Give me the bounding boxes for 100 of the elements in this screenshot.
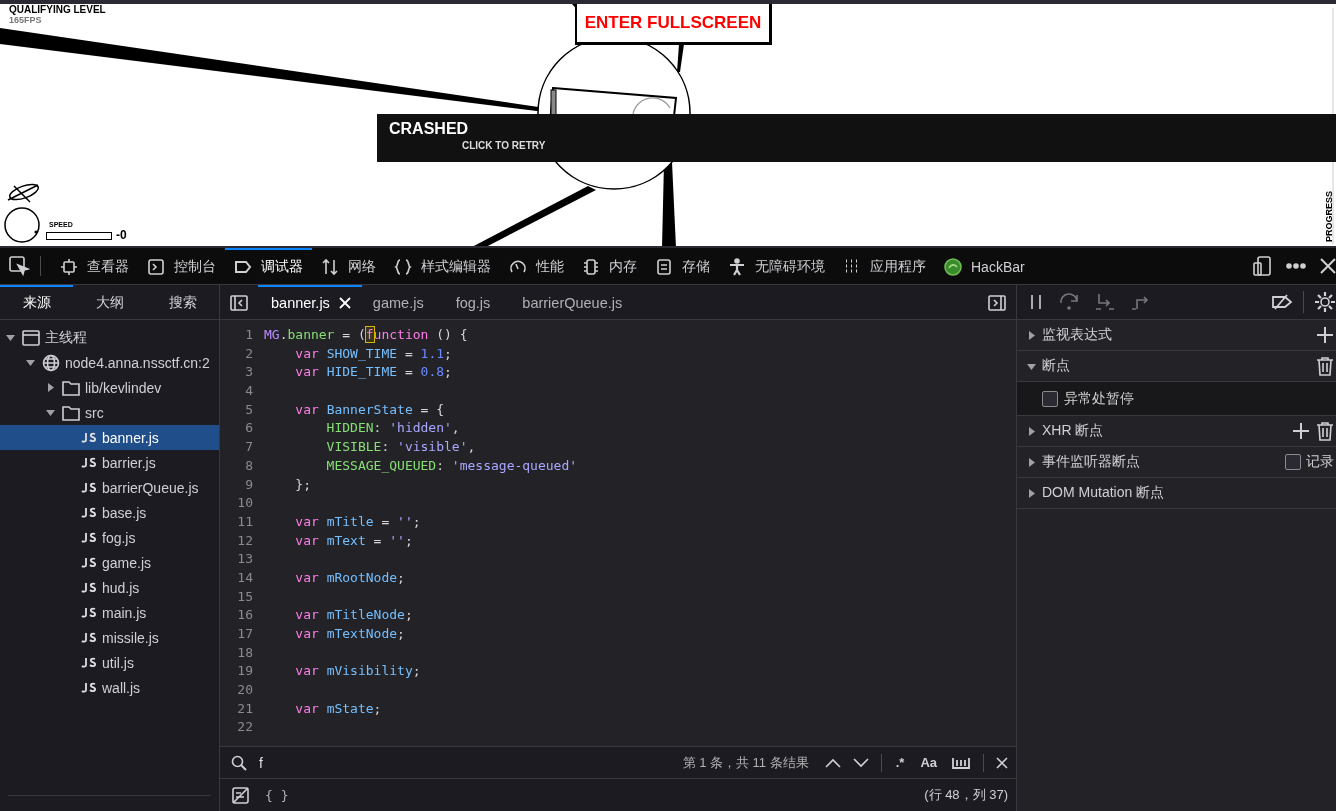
code-line: VISIBLE: 'visible', [325,438,476,457]
js-file-icon [81,456,97,469]
line-number: 20 [236,681,253,700]
plus-icon[interactable] [1292,422,1310,440]
line-number: 1 [244,326,253,344]
file-item[interactable]: main.js [0,600,219,625]
step-over-icon[interactable] [1059,293,1079,311]
line-number: 16 [236,606,253,625]
js-file-icon [81,656,97,669]
retry-hint: CLICK TO RETRY [462,140,546,151]
file-item[interactable]: hud.js [0,575,219,600]
step-in-icon[interactable] [1095,293,1115,311]
file-item[interactable]: barrier.js [0,450,219,475]
devtools-tab[interactable]: 网络 [312,248,385,284]
person-icon [728,258,746,276]
step-out-icon[interactable] [1131,293,1151,311]
devtools-tab[interactable]: 样式编辑器 [385,248,500,284]
file-item[interactable]: barrierQueue.js [0,475,219,500]
file-tab[interactable]: banner.js [258,285,362,319]
file-item[interactable]: missile.js [0,625,219,650]
line-number: 21 [236,699,253,718]
pretty-print-off-icon[interactable] [232,786,249,804]
line-number: 15 [236,587,253,606]
regex-toggle[interactable]: .* [893,755,907,770]
terminal-icon [147,258,165,276]
plus-icon[interactable] [1316,326,1334,344]
pretty-print-button[interactable]: { } [263,787,291,803]
checkbox-label: 异常处暂停 [1064,389,1134,408]
level-title: QUALIFYING LEVEL [9,4,106,15]
chip-icon [582,258,600,276]
section-header[interactable]: 事件监听器断点 记录 [1017,447,1336,478]
code-line: var mTitleNode; [294,606,413,625]
tree-item[interactable]: src [0,400,219,425]
line-number: 6 [244,419,253,438]
file-item[interactable]: fog.js [0,525,219,550]
folder-icon [61,403,81,422]
checkbox[interactable] [1285,454,1301,470]
devtools-tab[interactable]: 控制台 [138,248,225,284]
deactivate-breakpoints-icon[interactable] [1271,294,1293,310]
speed-value: -0 [116,228,127,242]
file-tab[interactable]: fog.js [444,285,512,319]
crash-title: CRASHED [389,120,469,138]
checkbox[interactable] [1042,390,1058,407]
pause-icon[interactable] [1029,294,1043,310]
close-icon[interactable] [1320,258,1336,274]
tree-item[interactable]: node4.anna.nssctf.cn:2 [0,350,219,375]
js-file-icon [81,481,97,494]
js-file-icon [81,681,97,694]
file-item[interactable]: banner.js [0,425,219,450]
whole-word-icon[interactable] [951,755,971,770]
responsive-design-icon[interactable] [1252,255,1272,277]
section-header[interactable]: XHR 断点 [1017,416,1336,447]
js-file-icon [81,606,97,619]
close-icon[interactable] [996,756,1008,769]
file-item[interactable]: game.js [0,550,219,575]
sidebar-toggle-icon[interactable] [988,295,1006,311]
devtools-tab[interactable]: 性能 [500,248,573,284]
file-tab[interactable]: game.js [361,285,445,319]
panel-tab[interactable]: 来源 [0,285,73,319]
sidebar-toggle-icon[interactable] [230,295,248,311]
file-item[interactable]: wall.js [0,675,219,700]
next-result-icon[interactable] [852,757,869,768]
section-title: XHR 断点 [1042,422,1104,440]
file-tab[interactable]: barrierQueue.js [511,285,644,319]
section-header[interactable]: 监视表达式 [1017,320,1336,351]
file-item[interactable]: base.js [0,500,219,525]
settings-icon[interactable] [1314,291,1336,313]
devtools-tab[interactable]: 应用程序 [834,248,935,284]
code-line: var HIDE_TIME = 0.8; [294,363,452,382]
devtools-tab[interactable]: HackBar [935,248,1034,284]
tree-item[interactable]: lib/kevlindev [0,375,219,400]
devtools-tab[interactable]: 查看器 [51,248,138,284]
panel-tab[interactable]: 大纲 [73,285,146,319]
devtools-tab[interactable]: 存储 [646,248,719,284]
js-file-icon [81,431,97,444]
devtools-tab[interactable]: 无障碍环境 [719,248,834,284]
more-icon[interactable] [1286,263,1306,269]
file-item[interactable]: util.js [0,650,219,675]
match-case-toggle[interactable]: Aa [918,755,939,770]
previous-result-icon[interactable] [824,757,841,768]
crash-banner[interactable]: CRASHED CLICK TO RETRY [377,114,1336,162]
line-number: 22 [236,718,253,737]
line-number: 17 [236,625,253,643]
trash-icon[interactable] [1316,421,1334,441]
trash-icon[interactable] [1316,356,1334,376]
code-line: }; [294,475,311,494]
element-picker-icon[interactable] [8,255,30,277]
section-header[interactable]: DOM Mutation 断点 [1017,478,1336,509]
tree-item[interactable]: 主线程 [0,325,219,350]
line-number: 14 [236,568,253,587]
line-number: 7 [244,438,253,457]
line-number: 18 [236,643,253,662]
js-file-icon [81,581,97,594]
devtools-tab[interactable]: 内存 [573,248,646,284]
code-line: var BannerState = { [294,400,445,419]
search-field[interactable]: f 第 1 条，共 11 条结果 .* Aa [220,746,1016,779]
fullscreen-button[interactable]: ENTER FULLSCREEN [575,4,772,45]
search-result-count: 第 1 条，共 11 条结果 [682,753,809,772]
search-icon [231,754,247,771]
panel-tab[interactable]: 搜索 [146,285,219,319]
